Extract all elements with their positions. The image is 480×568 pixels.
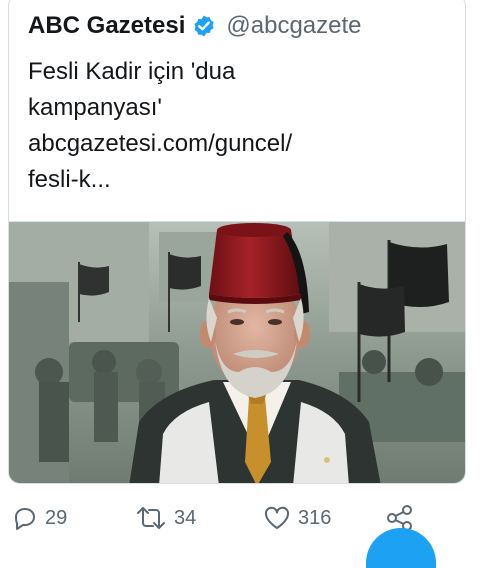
- tweet-header: ABC Gazetesi @abcgazete: [28, 9, 362, 43]
- tweet-text-line: Fesli Kadir için 'dua: [28, 58, 236, 85]
- tweet-photo[interactable]: [9, 221, 465, 483]
- tweet-link[interactable]: abcgazetesi.com/guncel/: [28, 129, 292, 159]
- account-name[interactable]: ABC Gazetesi: [28, 12, 185, 40]
- tweet-card[interactable]: ABC Gazetesi @abcgazete Fesli Kadir için…: [8, 0, 466, 484]
- account-handle[interactable]: @abcgazete: [226, 12, 361, 40]
- photo-man-in-fez-icon: [9, 222, 465, 483]
- reply-button[interactable]: 29: [11, 504, 67, 532]
- reply-count: 29: [45, 506, 68, 529]
- heart-icon: [264, 506, 290, 529]
- tweet-text-line: kampanyası': [28, 94, 162, 121]
- reply-icon: [15, 508, 35, 530]
- like-button[interactable]: 316: [262, 504, 331, 532]
- like-count: 316: [298, 506, 332, 529]
- retweet-count: 34: [174, 506, 197, 529]
- retweet-button[interactable]: 34: [134, 504, 196, 532]
- verified-badge-icon: [194, 15, 214, 37]
- tweet-link[interactable]: fesli-k...: [28, 165, 111, 195]
- retweet-icon: [137, 507, 165, 529]
